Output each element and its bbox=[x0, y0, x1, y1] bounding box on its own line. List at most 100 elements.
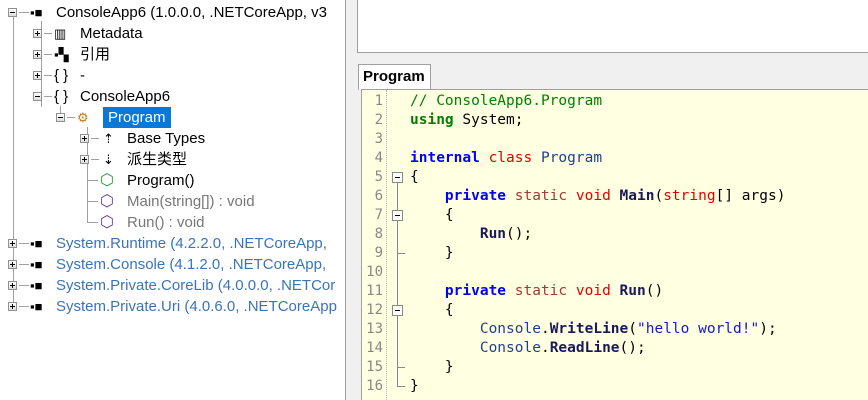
line-number: 15 bbox=[366, 359, 383, 375]
fold-collapse-icon[interactable] bbox=[392, 305, 403, 316]
line-number: 4 bbox=[374, 150, 383, 166]
tree-node-metadata[interactable]: ▥ Metadata bbox=[0, 23, 345, 44]
expand-icon[interactable] bbox=[80, 155, 89, 164]
code-token: { bbox=[410, 302, 454, 318]
line-number: 13 bbox=[366, 321, 383, 337]
tree-node-references[interactable]: ▪▚ 引用 bbox=[0, 44, 345, 65]
tree-node-constructor[interactable]: ⬡ Program() bbox=[0, 170, 345, 191]
tree-node-method-main[interactable]: ⬡ Main(string[]) : void bbox=[0, 191, 345, 212]
assembly-icon: ▪■ bbox=[30, 5, 43, 20]
expand-icon[interactable] bbox=[8, 260, 17, 269]
code-token: string bbox=[663, 188, 716, 204]
line-number-gutter: 1 2 3 4 5 6 7 8 9 10 11 12 13 14 15 16 bbox=[362, 90, 387, 400]
method-private-icon: ⬡ bbox=[100, 193, 114, 210]
tree-node-namespace-empty[interactable]: { } - bbox=[0, 65, 345, 86]
namespace-icon: { } bbox=[54, 88, 69, 105]
tree-node-root-assembly[interactable]: ▪■ ConsoleApp6 (1.0.0.0, .NETCoreApp, v3 bbox=[0, 2, 345, 23]
expand-icon[interactable] bbox=[8, 302, 17, 311]
tree-node-assembly[interactable]: ▪■ System.Private.Uri (4.0.6.0, .NETCore… bbox=[0, 296, 345, 317]
code-token: (); bbox=[506, 226, 533, 242]
code-token: } bbox=[410, 359, 454, 375]
expand-icon[interactable] bbox=[8, 239, 17, 248]
expand-icon[interactable] bbox=[33, 50, 42, 59]
line-number: 9 bbox=[374, 245, 383, 261]
expand-icon[interactable] bbox=[8, 281, 17, 290]
assembly-icon: ▪■ bbox=[30, 278, 43, 293]
code-token: class bbox=[488, 150, 533, 166]
code-token: static bbox=[514, 283, 568, 299]
code-token: } bbox=[410, 245, 454, 261]
code-token: Program bbox=[532, 150, 603, 166]
assembly-tree[interactable]: ▪■ ConsoleApp6 (1.0.0.0, .NETCoreApp, v3… bbox=[0, 0, 346, 400]
code-line: } bbox=[410, 358, 454, 377]
code-token: ReadLine bbox=[549, 340, 620, 356]
tree-node-base-types[interactable]: ⇡ Base Types bbox=[0, 128, 345, 149]
tree-node-method-run[interactable]: ⬡ Run() : void bbox=[0, 212, 345, 233]
collapse-icon[interactable] bbox=[56, 113, 65, 122]
code-token: } bbox=[410, 378, 419, 394]
code-token: internal bbox=[410, 150, 480, 166]
tree-node-derived-types[interactable]: ⇣ 派生类型 bbox=[0, 149, 345, 170]
code-line: Run(); bbox=[410, 225, 532, 244]
code-token: ( bbox=[628, 321, 637, 337]
tree-node-assembly[interactable]: ▪■ System.Private.CoreLib (4.0.0.0, .NET… bbox=[0, 275, 345, 296]
namespace-icon: { } bbox=[54, 67, 69, 84]
tab-program[interactable]: Program bbox=[358, 64, 431, 90]
code-editor[interactable]: 1 2 3 4 5 6 7 8 9 10 11 12 13 14 15 16 // ConsoleApp6.P… bbox=[361, 89, 868, 400]
code-token: Main bbox=[619, 188, 655, 204]
fold-collapse-icon[interactable] bbox=[392, 172, 403, 183]
line-number: 5 bbox=[374, 169, 383, 185]
code-token: // ConsoleApp6.Program bbox=[410, 93, 603, 109]
line-number: 10 bbox=[366, 264, 383, 280]
code-line: // ConsoleApp6.Program bbox=[410, 92, 602, 111]
assembly-icon: ▪■ bbox=[30, 299, 43, 314]
collapse-icon[interactable] bbox=[8, 8, 17, 17]
expand-icon[interactable] bbox=[33, 29, 42, 38]
code-token: WriteLine bbox=[549, 321, 629, 337]
top-panel bbox=[357, 0, 868, 53]
references-icon: ▪▚ bbox=[54, 47, 69, 62]
class-icon: ⚙ bbox=[77, 110, 89, 125]
code-token: . bbox=[540, 340, 550, 356]
expand-icon[interactable] bbox=[33, 71, 42, 80]
code-token: ); bbox=[759, 321, 777, 337]
metadata-icon: ▥ bbox=[54, 26, 67, 41]
method-public-icon: ⬡ bbox=[100, 172, 114, 189]
line-number: 12 bbox=[366, 302, 383, 318]
code-token: Run bbox=[619, 283, 646, 299]
line-number: 14 bbox=[366, 340, 383, 356]
derived-types-icon: ⇣ bbox=[103, 152, 114, 167]
code-line: } bbox=[410, 377, 419, 396]
code-token: static bbox=[514, 188, 568, 204]
line-number: 16 bbox=[366, 378, 383, 394]
code-token: System; bbox=[453, 112, 524, 128]
code-token: Console bbox=[479, 340, 541, 356]
code-token: Console bbox=[479, 321, 541, 337]
code-line: } bbox=[410, 244, 454, 263]
code-token: ( bbox=[654, 188, 664, 204]
tree-node-namespace-consoleapp6[interactable]: { } ConsoleApp6 bbox=[0, 86, 345, 107]
code-line: { bbox=[410, 301, 454, 320]
code-token: { bbox=[410, 207, 454, 223]
tree-node-assembly[interactable]: ▪■ System.Console (4.1.2.0, .NETCoreApp, bbox=[0, 254, 345, 275]
expand-icon[interactable] bbox=[80, 134, 89, 143]
code-line: private static void Main(string[] args) bbox=[410, 187, 786, 206]
assembly-icon: ▪■ bbox=[30, 257, 43, 272]
collapse-icon[interactable] bbox=[33, 92, 42, 101]
tree-node-class-program[interactable]: ⚙ Program bbox=[0, 107, 345, 128]
tree-node-assembly[interactable]: ▪■ System.Runtime (4.2.2.0, .NETCoreApp, bbox=[0, 233, 345, 254]
code-line: { bbox=[410, 168, 419, 187]
line-number: 8 bbox=[374, 226, 383, 242]
line-number: 2 bbox=[374, 112, 383, 128]
line-number: 1 bbox=[374, 93, 383, 109]
fold-collapse-icon[interactable] bbox=[392, 210, 403, 221]
code-line: using System; bbox=[410, 111, 524, 130]
